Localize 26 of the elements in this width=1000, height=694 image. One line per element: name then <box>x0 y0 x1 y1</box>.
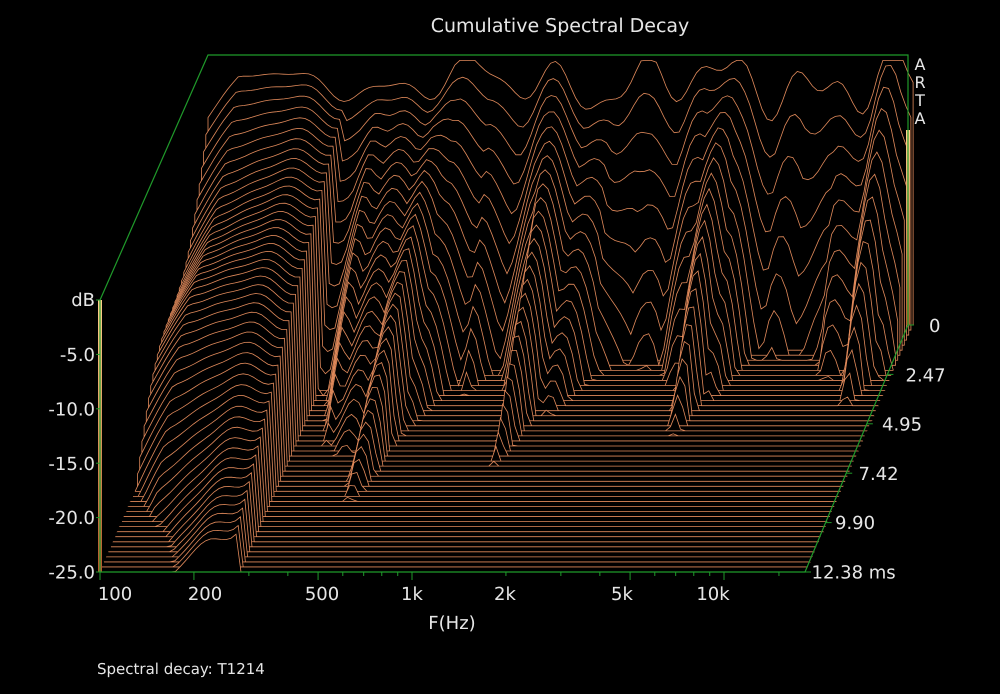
x-tick-label: 2k <box>494 584 516 605</box>
y-tick-label: -5.0 <box>60 345 95 366</box>
x-tick-label: 1k <box>401 584 423 605</box>
x-tick-label: 100 <box>98 584 132 605</box>
brand-letter: A <box>914 55 926 74</box>
x-axis-label: F(Hz) <box>428 613 476 634</box>
time-tick-label: 9.90 <box>835 513 876 534</box>
time-tick-label: 0 <box>929 316 940 337</box>
footer-caption: Spectral decay: T1214 <box>97 659 265 679</box>
x-tick-label: 500 <box>304 584 340 605</box>
time-tick-label: 7.42 <box>858 464 899 485</box>
brand-letter: T <box>915 91 925 110</box>
y-tick-label: -25.0 <box>48 562 95 584</box>
brand-letter: A <box>914 109 926 128</box>
x-tick-label: 200 <box>188 584 222 605</box>
y-tick-label: -10.0 <box>48 399 95 420</box>
y-tick-label: -15.0 <box>48 454 95 475</box>
time-tick-label: 2.47 <box>906 365 946 386</box>
time-tick-label: 12.38 ms <box>812 562 896 584</box>
brand-letter: R <box>914 73 926 92</box>
x-tick-label: 5k <box>611 584 633 605</box>
time-tick-label: 4.95 <box>882 414 922 436</box>
y-tick-label: -20.0 <box>48 508 95 530</box>
chart-title: Cumulative Spectral Decay <box>430 14 690 38</box>
y-axis-label: dB <box>71 290 95 311</box>
x-tick-label: 10k <box>696 584 730 605</box>
